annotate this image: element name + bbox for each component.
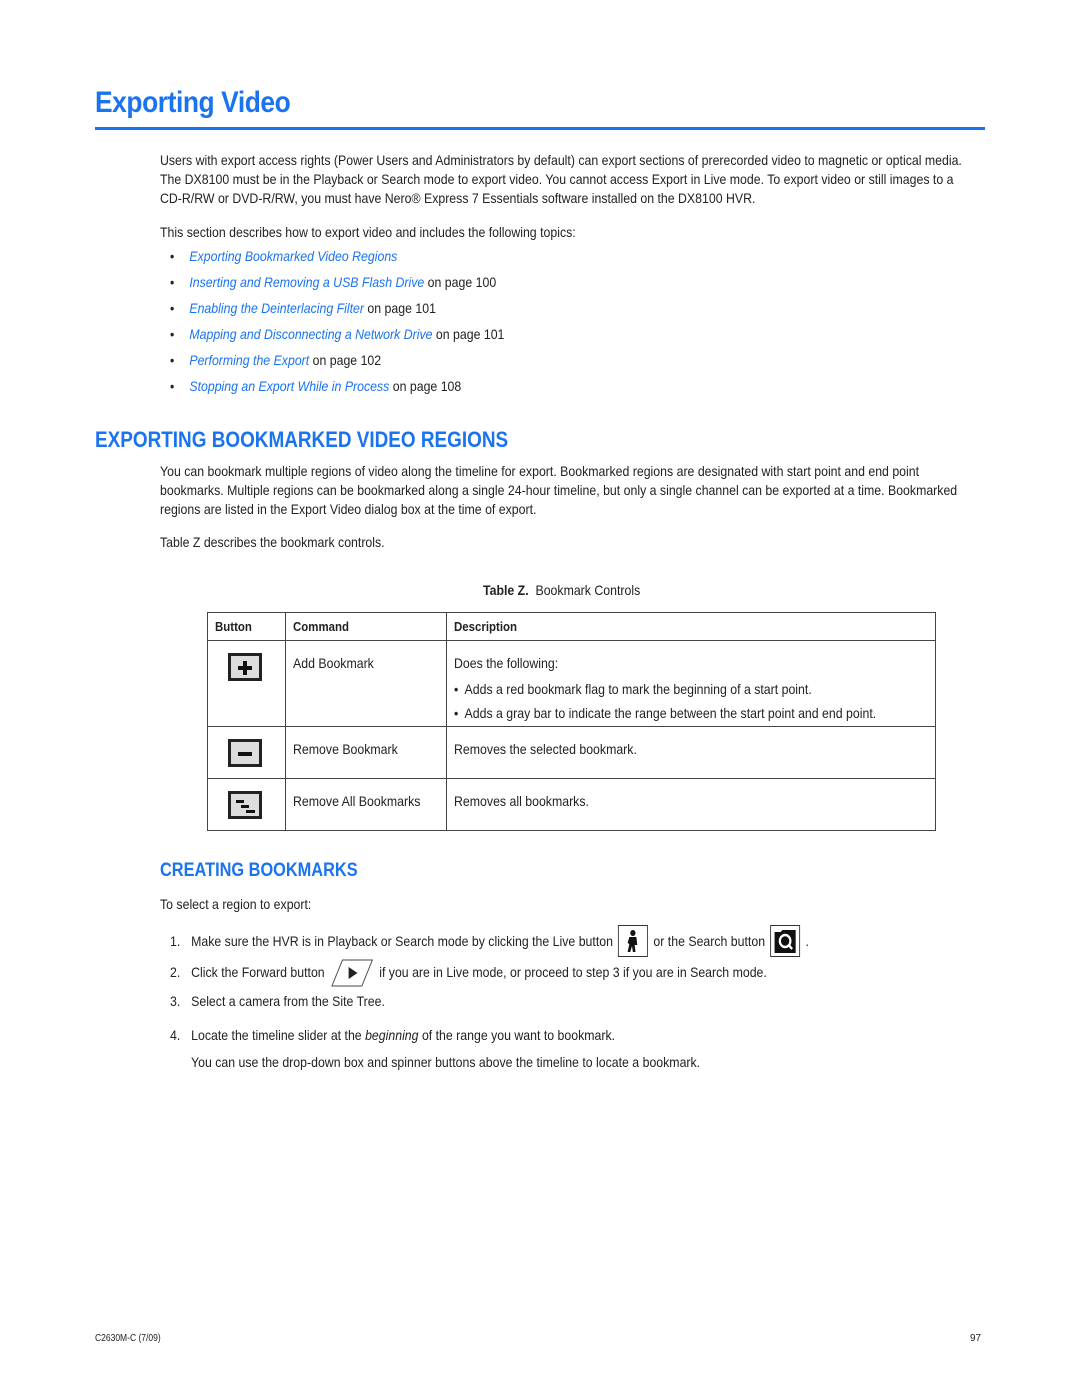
topic-page-ref: on page 101 bbox=[367, 300, 436, 316]
topic-link[interactable]: Stopping an Export While in Process bbox=[189, 378, 389, 404]
add-bookmark-icon bbox=[228, 653, 262, 681]
command-cell: Add Bookmark bbox=[284, 640, 448, 727]
topic-page-ref: on page 102 bbox=[312, 352, 382, 368]
command-cell: Remove Bookmark bbox=[284, 726, 448, 779]
table-caption-text: Bookmark Controls bbox=[535, 582, 641, 598]
topic-link[interactable]: Inserting and Removing a USB Flash Drive bbox=[189, 274, 424, 300]
bullet-icon: • bbox=[170, 300, 175, 316]
topics-list: • Exporting Bookmarked Video Regions • Ins… bbox=[170, 248, 504, 404]
table-row: Remove Bookmark Removes the selected boo… bbox=[207, 726, 936, 779]
remove-bookmark-icon bbox=[228, 739, 262, 767]
topic-page-ref: on page 108 bbox=[392, 378, 462, 394]
button-cell bbox=[207, 778, 286, 831]
button-cell bbox=[207, 640, 286, 727]
topic-item: • Stopping an Export While in Process on … bbox=[170, 378, 504, 404]
footer-page-number: 97 bbox=[970, 1333, 982, 1344]
bookmark-controls-table: Button Command Description Add Bookmark … bbox=[207, 612, 936, 831]
description-cell: Removes all bookmarks. bbox=[446, 778, 936, 831]
topic-link[interactable]: Performing the Export bbox=[189, 352, 309, 378]
topic-page-ref: on page 101 bbox=[435, 326, 505, 342]
bullet-icon: • bbox=[170, 352, 175, 368]
topic-item: • Mapping and Disconnecting a Network Dri… bbox=[170, 326, 504, 352]
table-caption-label: Table Z. bbox=[483, 582, 529, 598]
table-header-row: Button Command Description bbox=[207, 612, 936, 641]
footer-doc-id: C2630M-C (7/09) bbox=[95, 1333, 161, 1344]
table-row: Remove All Bookmarks Removes all bookmar… bbox=[207, 778, 936, 831]
topic-link[interactable]: Enabling the Deinterlacing Filter bbox=[189, 300, 364, 326]
topic-link[interactable]: Exporting Bookmarked Video Regions bbox=[189, 248, 397, 274]
topic-item: • Inserting and Removing a USB Flash Driv… bbox=[170, 274, 504, 300]
description-bullet: • Adds a red bookmark flag to mark the b… bbox=[454, 681, 813, 697]
topic-item: • Enabling the Deinterlacing Filter on pa… bbox=[170, 300, 504, 326]
description-bullet: • Adds a gray bar to indicate the range … bbox=[454, 705, 877, 721]
topic-item: • Performing the Export on page 102 bbox=[170, 352, 504, 378]
header-description: Description bbox=[446, 612, 936, 641]
bullet-icon: • bbox=[170, 326, 175, 342]
description-cell: Removes the selected bookmark. bbox=[446, 726, 936, 779]
table-row: Add Bookmark Does the following: • Adds … bbox=[207, 640, 936, 727]
step-2: 2. Click the Forward button if you are i… bbox=[170, 959, 767, 987]
header-command: Command bbox=[284, 612, 448, 641]
page-title: Exporting Video bbox=[95, 86, 291, 119]
topics-intro: This section describes how to export vid… bbox=[160, 224, 576, 240]
header-button: Button bbox=[207, 612, 286, 641]
command-cell: Remove All Bookmarks bbox=[284, 778, 448, 831]
search-button-icon bbox=[770, 925, 801, 957]
intro-paragraph: Users with export access rights (Power U… bbox=[160, 152, 962, 206]
subsection-heading: CREATING BOOKMARKS bbox=[160, 860, 358, 881]
forward-button-icon bbox=[330, 959, 374, 987]
topic-page-ref: on page 100 bbox=[427, 274, 497, 290]
section-paragraph: You can bookmark multiple regions of vid… bbox=[160, 463, 958, 517]
step-4: 4. Locate the timeline slider at the beg… bbox=[170, 1027, 616, 1043]
subsection-intro: To select a region to export: bbox=[160, 896, 312, 912]
remove-all-bookmarks-icon bbox=[228, 791, 262, 819]
live-button-icon bbox=[618, 925, 649, 957]
title-rule bbox=[95, 127, 985, 130]
section-heading: EXPORTING BOOKMARKED VIDEO REGIONS bbox=[95, 427, 509, 452]
bullet-icon: • bbox=[170, 274, 175, 290]
description-text: Does the following: bbox=[454, 655, 559, 671]
table-caption: Table Z. Bookmark Controls bbox=[483, 582, 640, 598]
step-4-note: You can use the drop-down box and spinne… bbox=[191, 1054, 701, 1070]
step-1: 1. Make sure the HVR is in Playback or S… bbox=[170, 925, 809, 957]
step-3: 3. Select a camera from the Site Tree. bbox=[170, 993, 385, 1009]
description-cell: Does the following: • Adds a red bookmar… bbox=[446, 640, 936, 727]
topic-item: • Exporting Bookmarked Video Regions bbox=[170, 248, 504, 274]
button-cell bbox=[207, 726, 286, 779]
bullet-icon: • bbox=[170, 378, 175, 394]
topic-link[interactable]: Mapping and Disconnecting a Network Driv… bbox=[189, 326, 432, 352]
table-reference: Table Z describes the bookmark controls. bbox=[160, 534, 385, 550]
description-bullets: • Adds a red bookmark flag to mark the b… bbox=[454, 677, 876, 725]
bullet-icon: • bbox=[170, 248, 175, 264]
